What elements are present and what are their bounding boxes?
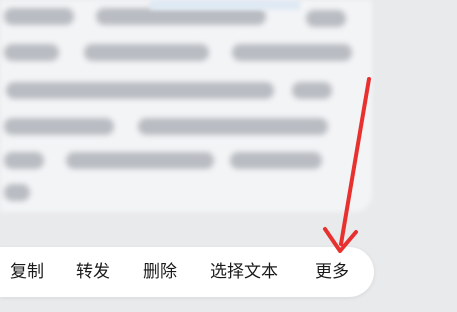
menu-item-select-text[interactable]: 选择文本 — [210, 247, 278, 297]
blurred-text-line — [306, 10, 346, 27]
blurred-text-line — [4, 118, 114, 135]
background-glare — [150, 0, 300, 10]
blurred-text-line — [138, 118, 328, 135]
blurred-text-line — [66, 152, 214, 169]
menu-item-delete[interactable]: 删除 — [143, 247, 177, 297]
blurred-text-line — [4, 152, 44, 169]
menu-item-forward[interactable]: 转发 — [76, 247, 110, 297]
blurred-text-line — [4, 8, 74, 25]
menu-item-copy[interactable]: 复制 — [10, 247, 44, 297]
message-context-menu: 复制 转发 删除 选择文本 更多 — [0, 247, 374, 297]
blurred-text-line — [84, 44, 209, 61]
blurred-text-line — [4, 184, 30, 201]
blurred-text-line — [96, 8, 266, 25]
blurred-message-bubble — [0, 0, 372, 212]
blurred-text-line — [4, 44, 59, 61]
menu-item-more[interactable]: 更多 — [315, 247, 349, 297]
blurred-text-line — [6, 82, 274, 99]
blurred-text-line — [230, 152, 322, 169]
blurred-text-line — [292, 82, 332, 99]
blurred-text-line — [232, 44, 352, 61]
